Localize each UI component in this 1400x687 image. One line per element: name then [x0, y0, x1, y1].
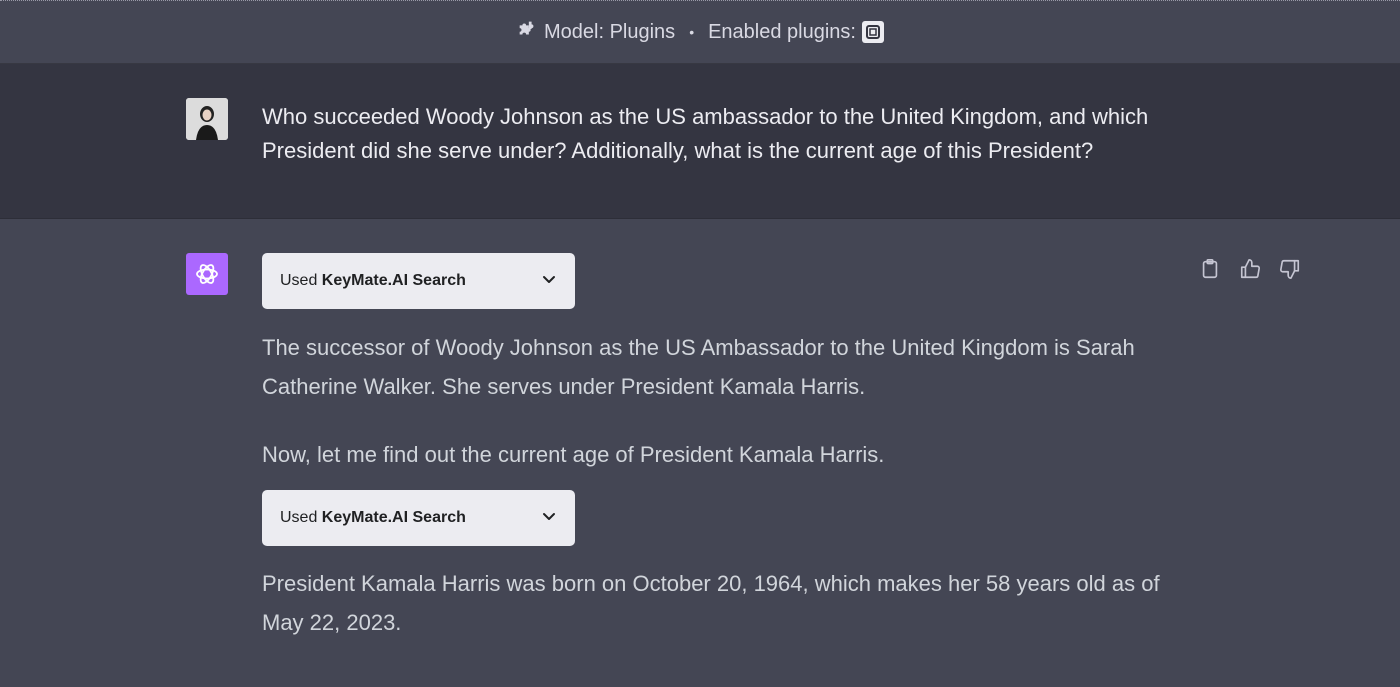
puzzle-icon	[516, 18, 544, 46]
message-actions	[1198, 257, 1302, 281]
thumbs-up-icon[interactable]	[1238, 257, 1262, 281]
clipboard-icon[interactable]	[1198, 257, 1222, 281]
assistant-paragraph: The successor of Woody Johnson as the US…	[262, 335, 1135, 399]
thumbs-down-icon[interactable]	[1278, 257, 1302, 281]
user-message-row: Who succeeded Woody Johnson as the US am…	[0, 64, 1400, 219]
user-avatar	[186, 98, 228, 140]
plugin-call-label: Used KeyMate.AI Search	[280, 509, 466, 526]
assistant-paragraph: President Kamala Harris was born on Octo…	[262, 571, 1160, 635]
user-message-text: Who succeeded Woody Johnson as the US am…	[262, 104, 1149, 163]
plugin-call-toggle-1[interactable]: Used KeyMate.AI Search	[262, 253, 575, 309]
keymate-logo-icon[interactable]	[861, 21, 884, 43]
plugin-call-label: Used KeyMate.AI Search	[280, 272, 466, 289]
model-label: Model: Plugins	[544, 20, 676, 43]
assistant-paragraph: Now, let me find out the current age of …	[262, 442, 885, 467]
separator-dot: •	[689, 24, 695, 40]
chevron-down-icon	[541, 508, 557, 529]
enabled-plugins-label: Enabled plugins:	[708, 20, 856, 43]
plugin-call-toggle-2[interactable]: Used KeyMate.AI Search	[262, 490, 575, 546]
chevron-down-icon	[541, 271, 557, 292]
openai-logo-icon	[186, 253, 228, 295]
model-info-bar: Model: Plugins • Enabled plugins:	[0, 0, 1400, 64]
